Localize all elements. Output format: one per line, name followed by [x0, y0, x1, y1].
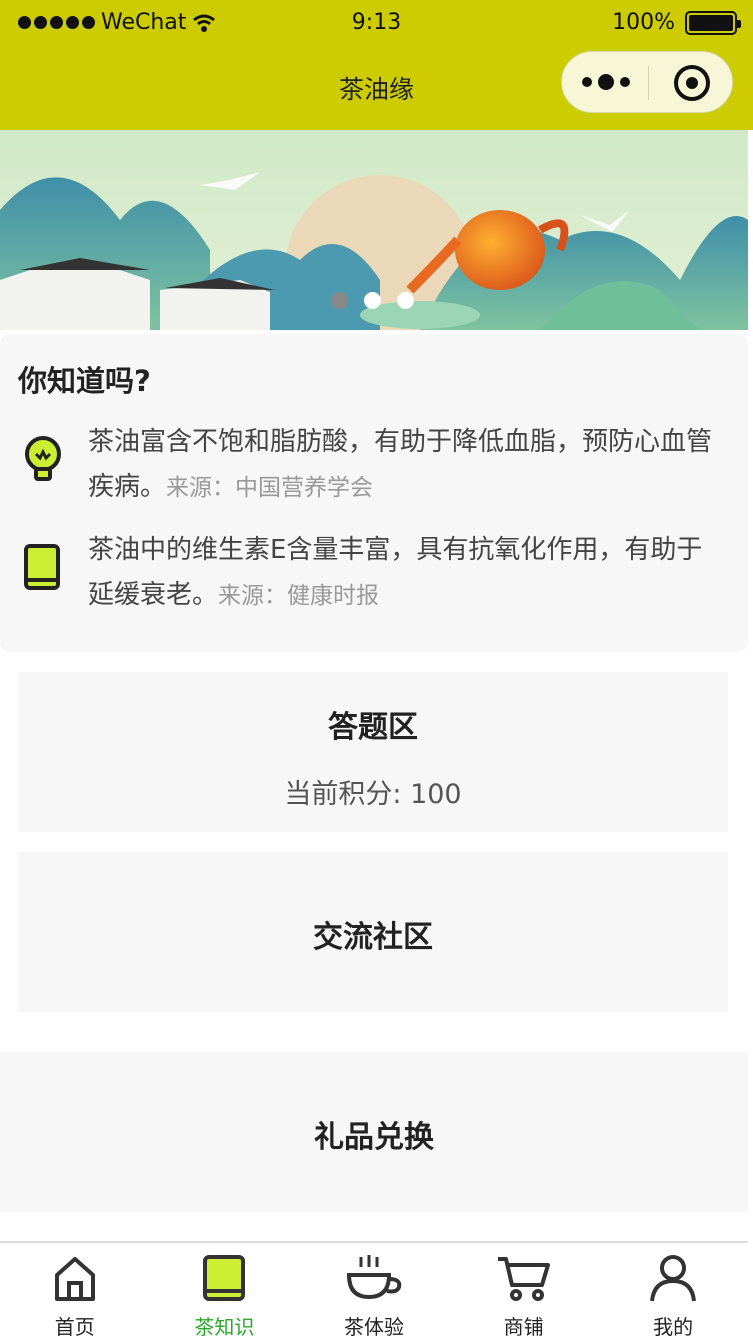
tab-profile[interactable]: 我的: [598, 1243, 748, 1338]
lightbulb-icon: [25, 436, 61, 481]
battery-icon: [685, 10, 741, 35]
community-title: 交流社区: [313, 920, 433, 955]
tea-cup-icon: [346, 1255, 402, 1300]
book-icon: [24, 544, 60, 590]
fact-text: 茶油中的维生素E含量丰富，具有抗氧化作用，有助于延缓衰老。: [88, 535, 703, 610]
tab-label: 首页: [54, 1315, 95, 1338]
home-icon: [54, 1257, 95, 1301]
bottom-tab-bar: 首页 茶知识 茶体验 商铺 我的: [0, 1241, 748, 1338]
carousel-dot[interactable]: [364, 292, 381, 309]
tab-label: 茶体验: [343, 1315, 404, 1338]
banner-carousel[interactable]: [0, 130, 748, 330]
tab-home[interactable]: 首页: [0, 1243, 150, 1338]
quiz-section[interactable]: 答题区 当前积分: 100: [18, 672, 728, 832]
gift-exchange-title: 礼品兑换: [314, 1120, 434, 1155]
battery-area: 100%: [612, 10, 741, 35]
more-dots-icon[interactable]: [582, 74, 630, 90]
quiz-title: 答题区: [328, 710, 418, 745]
carousel-dot[interactable]: [397, 292, 414, 309]
fact-source: 来源：中国营养学会: [166, 475, 374, 501]
mini-program-capsule: [561, 51, 733, 113]
battery-percent: 100%: [612, 10, 675, 35]
user-icon: [650, 1255, 697, 1302]
cart-icon: [497, 1257, 550, 1301]
target-circle-icon[interactable]: [674, 65, 710, 101]
tab-label: 我的: [653, 1315, 694, 1338]
score-text: 当前积分: 100: [284, 779, 462, 810]
community-section[interactable]: 交流社区: [18, 852, 728, 1012]
fact-item: 茶油中的维生素E含量丰富，具有抗氧化作用，有助于延缓衰老。来源：健康时报: [88, 528, 728, 619]
gift-exchange-section[interactable]: 礼品兑换: [0, 1052, 748, 1212]
top-bar: WeChat 9:13 100% 茶油缘: [0, 0, 753, 130]
tab-tea-knowledge[interactable]: 茶知识: [150, 1243, 300, 1338]
fact-source: 来源：健康时报: [218, 583, 380, 609]
capsule-divider: [648, 66, 649, 100]
tab-tea-experience[interactable]: 茶体验: [299, 1243, 449, 1338]
carousel-indicators: [331, 292, 414, 309]
carousel-dot[interactable]: [331, 292, 348, 309]
tab-label: 茶知识: [194, 1315, 255, 1338]
status-bar: WeChat 9:13 100%: [0, 0, 753, 48]
tab-shop[interactable]: 商铺: [449, 1243, 599, 1338]
did-you-know-card: 你知道吗? 茶油富含不饱和脂肪酸，有助于降低血脂，预防心血管疾病。来源：中国营养…: [0, 334, 748, 652]
book-icon: [203, 1255, 246, 1301]
tab-label: 商铺: [503, 1315, 544, 1338]
did-you-know-heading: 你知道吗?: [18, 364, 151, 398]
fact-item: 茶油富含不饱和脂肪酸，有助于降低血脂，预防心血管疾病。来源：中国营养学会: [88, 420, 728, 511]
